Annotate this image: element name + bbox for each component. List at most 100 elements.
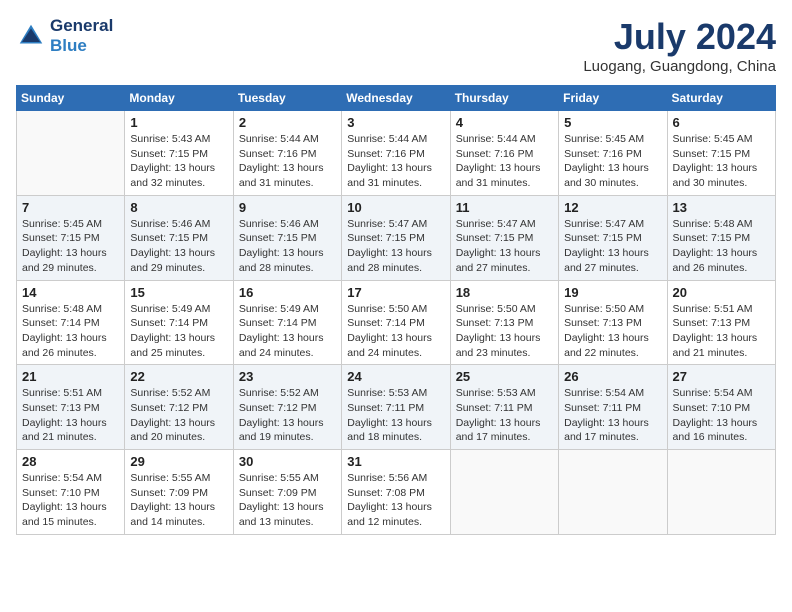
calendar-cell: 25 Sunrise: 5:53 AM Sunset: 7:11 PM Dayli… — [450, 365, 558, 450]
calendar-week-row: 7 Sunrise: 5:45 AM Sunset: 7:15 PM Daylig… — [17, 195, 776, 280]
day-info: Sunrise: 5:50 AM Sunset: 7:14 PM Dayligh… — [347, 302, 444, 361]
calendar-cell: 15 Sunrise: 5:49 AM Sunset: 7:14 PM Dayli… — [125, 280, 233, 365]
calendar-cell: 10 Sunrise: 5:47 AM Sunset: 7:15 PM Dayli… — [342, 195, 450, 280]
day-info: Sunrise: 5:52 AM Sunset: 7:12 PM Dayligh… — [130, 386, 227, 445]
calendar-table: SundayMondayTuesdayWednesdayThursdayFrid… — [16, 85, 776, 535]
calendar-cell: 14 Sunrise: 5:48 AM Sunset: 7:14 PM Dayli… — [17, 280, 125, 365]
day-number: 24 — [347, 369, 444, 384]
calendar-cell: 23 Sunrise: 5:52 AM Sunset: 7:12 PM Dayli… — [233, 365, 341, 450]
day-number: 16 — [239, 285, 336, 300]
day-info: Sunrise: 5:45 AM Sunset: 7:15 PM Dayligh… — [673, 132, 770, 191]
day-number: 12 — [564, 200, 661, 215]
day-info: Sunrise: 5:50 AM Sunset: 7:13 PM Dayligh… — [456, 302, 553, 361]
day-info: Sunrise: 5:47 AM Sunset: 7:15 PM Dayligh… — [456, 217, 553, 276]
day-number: 11 — [456, 200, 553, 215]
calendar-cell: 21Sunrise: 5:51 AM Sunset: 7:13 PM Dayli… — [17, 365, 125, 450]
day-number: 20 — [673, 285, 770, 300]
calendar-week-row: 28Sunrise: 5:54 AM Sunset: 7:10 PM Dayli… — [17, 450, 776, 535]
day-info: Sunrise: 5:48 AM Sunset: 7:15 PM Dayligh… — [673, 217, 770, 276]
day-info: Sunrise: 5:51 AM Sunset: 7:13 PM Dayligh… — [22, 386, 119, 445]
day-number: 30 — [239, 454, 336, 469]
page-header: General Blue July 2024 Luogang, Guangdon… — [16, 16, 776, 75]
day-number: 17 — [347, 285, 444, 300]
weekday-header: Friday — [559, 86, 667, 111]
weekday-header: Monday — [125, 86, 233, 111]
day-number: 29 — [130, 454, 227, 469]
calendar-cell: 1Sunrise: 5:43 AM Sunset: 7:15 PM Daylig… — [125, 111, 233, 196]
day-number: 19 — [564, 285, 661, 300]
day-number: 5 — [564, 115, 661, 130]
day-number: 25 — [456, 369, 553, 384]
calendar-cell: 30Sunrise: 5:55 AM Sunset: 7:09 PM Dayli… — [233, 450, 341, 535]
calendar-cell: 29 Sunrise: 5:55 AM Sunset: 7:09 PM Dayli… — [125, 450, 233, 535]
calendar-cell: 6 Sunrise: 5:45 AM Sunset: 7:15 PM Daylig… — [667, 111, 775, 196]
calendar-cell — [17, 111, 125, 196]
day-number: 14 — [22, 285, 119, 300]
day-number: 3 — [347, 115, 444, 130]
day-info: Sunrise: 5:49 AM Sunset: 7:14 PM Dayligh… — [239, 302, 336, 361]
calendar-cell: 7 Sunrise: 5:45 AM Sunset: 7:15 PM Daylig… — [17, 195, 125, 280]
day-info: Sunrise: 5:53 AM Sunset: 7:11 PM Dayligh… — [456, 386, 553, 445]
day-info: Sunrise: 5:44 AM Sunset: 7:16 PM Dayligh… — [347, 132, 444, 191]
day-info: Sunrise: 5:52 AM Sunset: 7:12 PM Dayligh… — [239, 386, 336, 445]
day-info: Sunrise: 5:47 AM Sunset: 7:15 PM Dayligh… — [347, 217, 444, 276]
day-number: 15 — [130, 285, 227, 300]
day-info: Sunrise: 5:45 AM Sunset: 7:16 PM Dayligh… — [564, 132, 661, 191]
logo-text: General Blue — [50, 16, 113, 56]
weekday-header: Saturday — [667, 86, 775, 111]
calendar-cell: 16 Sunrise: 5:49 AM Sunset: 7:14 PM Dayli… — [233, 280, 341, 365]
calendar-cell: 19 Sunrise: 5:50 AM Sunset: 7:13 PM Dayli… — [559, 280, 667, 365]
day-info: Sunrise: 5:53 AM Sunset: 7:11 PM Dayligh… — [347, 386, 444, 445]
calendar-cell: 18 Sunrise: 5:50 AM Sunset: 7:13 PM Dayli… — [450, 280, 558, 365]
calendar-week-row: 1Sunrise: 5:43 AM Sunset: 7:15 PM Daylig… — [17, 111, 776, 196]
calendar-cell: 31 Sunrise: 5:56 AM Sunset: 7:08 PM Dayli… — [342, 450, 450, 535]
day-number: 22 — [130, 369, 227, 384]
day-number: 2 — [239, 115, 336, 130]
day-info: Sunrise: 5:47 AM Sunset: 7:15 PM Dayligh… — [564, 217, 661, 276]
day-info: Sunrise: 5:48 AM Sunset: 7:14 PM Dayligh… — [22, 302, 119, 361]
title-block: July 2024 Luogang, Guangdong, China — [583, 16, 776, 75]
day-info: Sunrise: 5:56 AM Sunset: 7:08 PM Dayligh… — [347, 471, 444, 530]
day-info: Sunrise: 5:54 AM Sunset: 7:10 PM Dayligh… — [673, 386, 770, 445]
calendar-cell: 8Sunrise: 5:46 AM Sunset: 7:15 PM Daylig… — [125, 195, 233, 280]
day-number: 4 — [456, 115, 553, 130]
calendar-cell: 9 Sunrise: 5:46 AM Sunset: 7:15 PM Daylig… — [233, 195, 341, 280]
calendar-cell: 24 Sunrise: 5:53 AM Sunset: 7:11 PM Dayli… — [342, 365, 450, 450]
day-number: 23 — [239, 369, 336, 384]
logo: General Blue — [16, 16, 113, 56]
day-info: Sunrise: 5:44 AM Sunset: 7:16 PM Dayligh… — [239, 132, 336, 191]
calendar-cell: 17 Sunrise: 5:50 AM Sunset: 7:14 PM Dayli… — [342, 280, 450, 365]
calendar-cell: 4 Sunrise: 5:44 AM Sunset: 7:16 PM Daylig… — [450, 111, 558, 196]
day-info: Sunrise: 5:55 AM Sunset: 7:09 PM Dayligh… — [130, 471, 227, 530]
day-number: 9 — [239, 200, 336, 215]
calendar-cell: 20 Sunrise: 5:51 AM Sunset: 7:13 PM Dayli… — [667, 280, 775, 365]
day-number: 8 — [130, 200, 227, 215]
calendar-header-row: SundayMondayTuesdayWednesdayThursdayFrid… — [17, 86, 776, 111]
day-info: Sunrise: 5:45 AM Sunset: 7:15 PM Dayligh… — [22, 217, 119, 276]
day-info: Sunrise: 5:51 AM Sunset: 7:13 PM Dayligh… — [673, 302, 770, 361]
day-info: Sunrise: 5:54 AM Sunset: 7:10 PM Dayligh… — [22, 471, 119, 530]
day-number: 18 — [456, 285, 553, 300]
calendar-week-row: 14 Sunrise: 5:48 AM Sunset: 7:14 PM Dayli… — [17, 280, 776, 365]
calendar-cell: 12 Sunrise: 5:47 AM Sunset: 7:15 PM Dayli… — [559, 195, 667, 280]
day-info: Sunrise: 5:46 AM Sunset: 7:15 PM Dayligh… — [239, 217, 336, 276]
calendar-cell: 11 Sunrise: 5:47 AM Sunset: 7:15 PM Dayli… — [450, 195, 558, 280]
calendar-cell: 26Sunrise: 5:54 AM Sunset: 7:11 PM Dayli… — [559, 365, 667, 450]
day-number: 31 — [347, 454, 444, 469]
calendar-cell: 3 Sunrise: 5:44 AM Sunset: 7:16 PM Daylig… — [342, 111, 450, 196]
day-info: Sunrise: 5:54 AM Sunset: 7:11 PM Dayligh… — [564, 386, 661, 445]
day-info: Sunrise: 5:50 AM Sunset: 7:13 PM Dayligh… — [564, 302, 661, 361]
weekday-header: Sunday — [17, 86, 125, 111]
day-number: 27 — [673, 369, 770, 384]
day-info: Sunrise: 5:44 AM Sunset: 7:16 PM Dayligh… — [456, 132, 553, 191]
day-info: Sunrise: 5:49 AM Sunset: 7:14 PM Dayligh… — [130, 302, 227, 361]
month-year-title: July 2024 — [583, 16, 776, 58]
calendar-cell: 28Sunrise: 5:54 AM Sunset: 7:10 PM Dayli… — [17, 450, 125, 535]
day-number: 10 — [347, 200, 444, 215]
day-number: 7 — [22, 200, 119, 215]
calendar-cell: 27 Sunrise: 5:54 AM Sunset: 7:10 PM Dayli… — [667, 365, 775, 450]
calendar-cell: 5 Sunrise: 5:45 AM Sunset: 7:16 PM Daylig… — [559, 111, 667, 196]
calendar-cell: 13Sunrise: 5:48 AM Sunset: 7:15 PM Dayli… — [667, 195, 775, 280]
calendar-cell — [667, 450, 775, 535]
day-number: 6 — [673, 115, 770, 130]
